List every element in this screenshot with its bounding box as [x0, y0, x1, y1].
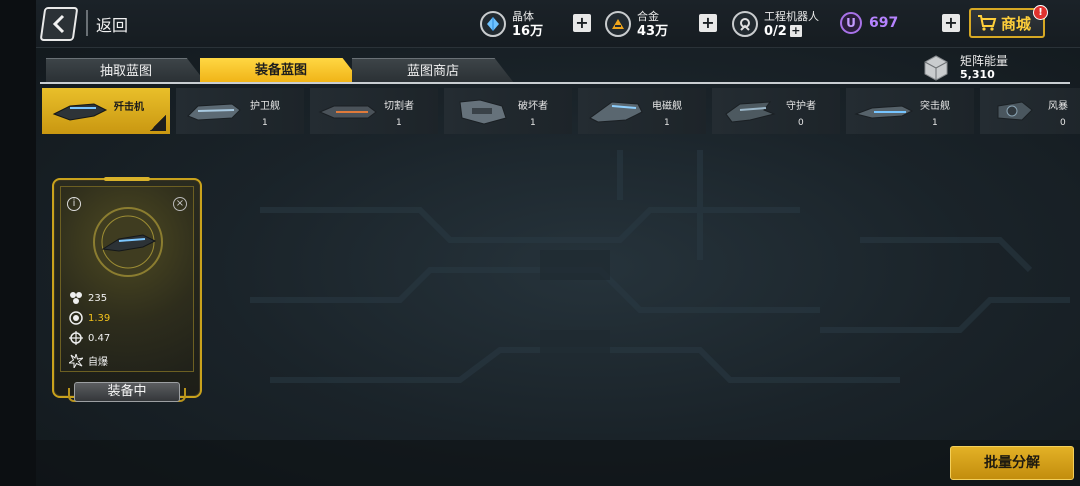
add-robot-button[interactable]: + [789, 25, 802, 37]
premium-currency-icon: U [840, 12, 862, 34]
ship-name: 风暴 [1048, 101, 1068, 112]
shop-label: 商城 [1001, 14, 1032, 33]
guardian-ship-icon [725, 101, 776, 123]
ship-item[interactable]: 风暴 0 [980, 88, 1080, 134]
resource-name: 晶体 [512, 10, 534, 23]
cube-icon [924, 55, 948, 81]
ship-count: 1 [932, 118, 938, 128]
ship-count: 0 [1060, 118, 1066, 128]
resource-value: 16万 [512, 24, 544, 39]
equipped-status-button[interactable]: 装备中 [74, 382, 180, 402]
resource-value: 0/2 + [764, 24, 802, 39]
ship-item[interactable]: 护卫舰 1 [176, 88, 304, 134]
electromagnetic-ship-icon [589, 101, 643, 123]
explosion-icon [69, 353, 83, 368]
ship-name: 破坏者 [518, 101, 548, 112]
escort-ship-icon [187, 103, 241, 121]
cutter-ship-icon [318, 105, 377, 119]
divider [86, 10, 88, 36]
matrix-value: 5,310 [960, 68, 995, 81]
back-label[interactable]: 返回 [96, 12, 128, 36]
add-crystal-button[interactable]: + [573, 14, 591, 32]
ship-item[interactable]: 突击舰 1 [846, 88, 974, 134]
assault-ship-icon [854, 105, 914, 119]
stat-value: 自爆 [88, 357, 108, 368]
cluster-icon [70, 292, 82, 304]
ship-count: 1 [396, 118, 402, 128]
premium-currency-value: 697 [869, 15, 899, 31]
chevron-left-icon [52, 14, 65, 34]
resource-alloy: 合金 43万 [605, 6, 668, 42]
resource-crystal: 晶体 16万 [480, 6, 543, 42]
card-top-accent [104, 177, 150, 181]
back-button[interactable] [39, 7, 79, 41]
crystal-icon [480, 11, 506, 37]
resource-robot: 工程机器人 0/2 + [732, 6, 819, 42]
add-premium-button[interactable]: + [942, 14, 960, 32]
ship-name: 切割者 [384, 101, 414, 112]
ship-item[interactable]: 切割者 1 [310, 88, 438, 134]
info-icon[interactable]: i [67, 197, 81, 211]
tab-blueprint-shop[interactable]: 蓝图商店 [352, 58, 514, 83]
target-ring-icon [69, 311, 83, 325]
resource-name: 合金 [637, 10, 659, 23]
storm-ship-icon [997, 101, 1033, 121]
stat-rate: 1.39 [69, 311, 110, 325]
tab-equip-blueprint[interactable]: 装备蓝图 [200, 58, 362, 83]
top-bar [36, 0, 1080, 48]
ship-item[interactable]: 守护者 0 [712, 88, 840, 134]
ship-name: 歼击机 [114, 102, 144, 113]
ship-count: 1 [664, 118, 670, 128]
ship-name: 突击舰 [920, 101, 950, 112]
stat-value: 235 [88, 292, 108, 304]
ship-item[interactable]: 破坏者 1 [444, 88, 572, 134]
stat-accuracy: 0.47 [69, 331, 110, 345]
fighter-blueprint-icon [93, 207, 163, 277]
cart-icon [978, 15, 997, 31]
stat-value: 0.47 [88, 332, 111, 344]
ship-count: 1 [262, 118, 268, 128]
tab-draw-blueprint[interactable]: 抽取蓝图 [46, 58, 206, 83]
ship-name: 守护者 [786, 101, 816, 112]
bottom-bar [36, 440, 1080, 486]
close-icon[interactable]: × [173, 197, 187, 211]
ship-item[interactable]: 电磁舰 1 [578, 88, 706, 134]
destroyer-ship-icon [459, 99, 507, 125]
ship-type-list: 歼击机 护卫舰 1 切割者 1 破坏者 1 电磁舰 1 守护者 0 突击舰 1 … [40, 88, 1080, 136]
stat-value: 1.39 [88, 312, 111, 324]
bulk-disassemble-button[interactable]: 批量分解 [950, 446, 1074, 480]
stat-count: 235 [69, 291, 107, 305]
alloy-icon [605, 11, 631, 37]
matrix-label: 矩阵能量 [960, 54, 1009, 68]
ship-item[interactable]: 歼击机 [42, 88, 170, 134]
blueprint-card[interactable]: i × 235 1.39 0.47 自爆 装备中 [52, 177, 202, 402]
ship-name: 护卫舰 [250, 101, 280, 112]
crosshair-icon [69, 331, 83, 345]
matrix-energy: 矩阵能量 5,310 [922, 54, 1008, 82]
card-body: i × 235 1.39 0.47 自爆 [60, 186, 194, 372]
fighter-ship-icon [52, 103, 108, 121]
add-alloy-button[interactable]: + [699, 14, 717, 32]
stat-ability: 自爆 [69, 353, 108, 368]
ship-count: 0 [798, 118, 804, 128]
resource-name: 工程机器人 [764, 10, 819, 23]
ship-count: 1 [530, 118, 536, 128]
resource-value: 43万 [637, 24, 669, 39]
notification-badge: ! [1033, 5, 1048, 20]
robot-icon [732, 11, 758, 37]
ship-name: 电磁舰 [652, 101, 682, 112]
screen-edge [0, 0, 36, 486]
tabs-underline [40, 82, 1070, 84]
